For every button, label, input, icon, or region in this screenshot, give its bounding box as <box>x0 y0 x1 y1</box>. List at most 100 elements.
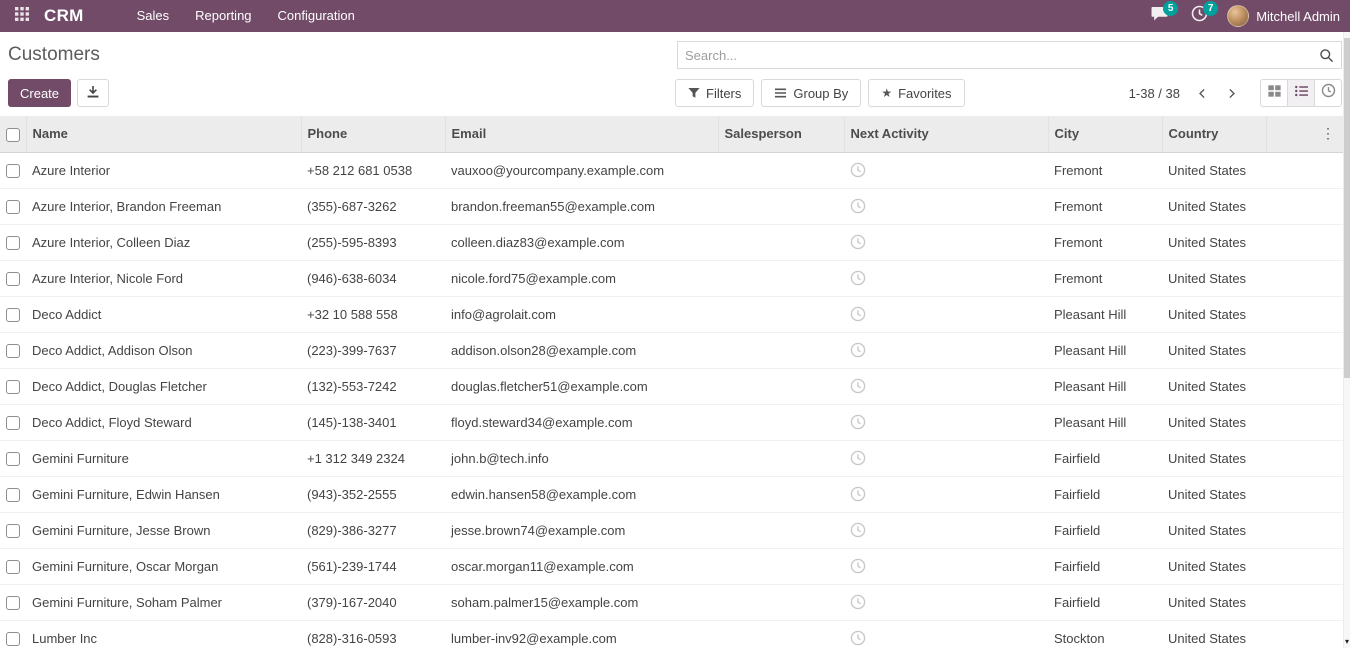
pager-next-icon[interactable] <box>1225 87 1238 100</box>
customers-list-view: Name Phone Email Salesperson Next Activi… <box>0 116 1343 648</box>
activity-clock-icon[interactable] <box>850 270 866 286</box>
cell-next-activity <box>844 440 1048 476</box>
activity-clock-icon[interactable] <box>850 234 866 250</box>
filters-button-label: Filters <box>706 86 741 101</box>
nav-menu-configuration[interactable]: Configuration <box>265 0 368 32</box>
row-checkbox[interactable] <box>6 164 20 178</box>
cell-email: douglas.fletcher51@example.com <box>445 368 718 404</box>
column-header-phone[interactable]: Phone <box>301 116 445 152</box>
row-checkbox[interactable] <box>6 452 20 466</box>
table-row[interactable]: Deco Addict, Floyd Steward (145)-138-340… <box>0 404 1343 440</box>
view-switch-activity[interactable] <box>1314 79 1342 107</box>
table-row[interactable]: Azure Interior +58 212 681 0538 vauxoo@y… <box>0 152 1343 188</box>
activity-clock-icon[interactable] <box>850 450 866 466</box>
table-row[interactable]: Deco Addict, Addison Olson (223)-399-763… <box>0 332 1343 368</box>
table-row[interactable]: Gemini Furniture, Soham Palmer (379)-167… <box>0 584 1343 620</box>
column-header-next-activity[interactable]: Next Activity <box>844 116 1048 152</box>
nav-menu-sales[interactable]: Sales <box>124 0 183 32</box>
view-switch-list[interactable] <box>1287 79 1315 107</box>
row-checkbox[interactable] <box>6 344 20 358</box>
cell-city: Fairfield <box>1048 440 1162 476</box>
cell-salesperson <box>718 440 844 476</box>
activity-clock-icon[interactable] <box>850 378 866 394</box>
row-checkbox[interactable] <box>6 524 20 538</box>
pager-previous-icon[interactable] <box>1196 87 1209 100</box>
activity-clock-icon[interactable] <box>850 486 866 502</box>
cell-email: oscar.morgan11@example.com <box>445 548 718 584</box>
row-checkbox[interactable] <box>6 236 20 250</box>
activity-clock-icon[interactable] <box>850 594 866 610</box>
view-switch-kanban[interactable] <box>1260 79 1288 107</box>
activity-clock-icon[interactable] <box>850 414 866 430</box>
create-button[interactable]: Create <box>8 79 71 107</box>
table-row[interactable]: Gemini Furniture +1 312 349 2324 john.b@… <box>0 440 1343 476</box>
row-checkbox[interactable] <box>6 272 20 286</box>
activity-clock-icon[interactable] <box>850 342 866 358</box>
row-checkbox[interactable] <box>6 308 20 322</box>
cell-email: lumber-inv92@example.com <box>445 620 718 648</box>
activity-clock-icon[interactable] <box>850 630 866 646</box>
export-button[interactable] <box>77 79 109 107</box>
user-menu[interactable]: Mitchell Admin <box>1227 5 1340 27</box>
group-by-button[interactable]: Group By <box>761 79 861 107</box>
cell-name: Azure Interior <box>26 152 301 188</box>
row-checkbox[interactable] <box>6 560 20 574</box>
cell-name: Deco Addict, Douglas Fletcher <box>26 368 301 404</box>
cell-email: jesse.brown74@example.com <box>445 512 718 548</box>
scrollbar-down-arrow[interactable]: ▾ <box>1344 636 1350 648</box>
cell-salesperson <box>718 296 844 332</box>
table-row[interactable]: Deco Addict +32 10 588 558 info@agrolait… <box>0 296 1343 332</box>
scrollbar[interactable]: ▾ <box>1343 32 1350 648</box>
table-body: Azure Interior +58 212 681 0538 vauxoo@y… <box>0 152 1343 648</box>
row-checkbox[interactable] <box>6 632 20 646</box>
table-row[interactable]: Azure Interior, Colleen Diaz (255)-595-8… <box>0 224 1343 260</box>
apps-menu-button[interactable] <box>8 0 36 32</box>
nav-menu-reporting[interactable]: Reporting <box>182 0 264 32</box>
scrollbar-thumb[interactable] <box>1344 38 1350 378</box>
optional-columns-icon[interactable]: ⋮ <box>1321 125 1335 141</box>
table-row[interactable]: Lumber Inc (828)-316-0593 lumber-inv92@e… <box>0 620 1343 648</box>
search-icon[interactable] <box>1319 48 1334 63</box>
row-checkbox[interactable] <box>6 596 20 610</box>
cell-phone: (132)-553-7242 <box>301 368 445 404</box>
row-checkbox[interactable] <box>6 200 20 214</box>
table-row[interactable]: Azure Interior, Brandon Freeman (355)-68… <box>0 188 1343 224</box>
table-row[interactable]: Azure Interior, Nicole Ford (946)-638-60… <box>0 260 1343 296</box>
row-checkbox[interactable] <box>6 488 20 502</box>
search-input[interactable] <box>685 48 1319 63</box>
messages-menu-button[interactable]: 5 <box>1147 0 1171 32</box>
activities-menu-button[interactable]: 7 <box>1187 0 1211 32</box>
column-header-name[interactable]: Name <box>26 116 301 152</box>
activity-clock-icon[interactable] <box>850 198 866 214</box>
cell-country: United States <box>1162 584 1266 620</box>
column-header-city[interactable]: City <box>1048 116 1162 152</box>
column-header-email[interactable]: Email <box>445 116 718 152</box>
table-row[interactable]: Gemini Furniture, Edwin Hansen (943)-352… <box>0 476 1343 512</box>
table-row[interactable]: Deco Addict, Douglas Fletcher (132)-553-… <box>0 368 1343 404</box>
app-brand[interactable]: CRM <box>44 6 84 26</box>
select-all-checkbox[interactable] <box>6 128 20 142</box>
column-header-salesperson[interactable]: Salesperson <box>718 116 844 152</box>
cell-country: United States <box>1162 188 1266 224</box>
row-checkbox[interactable] <box>6 380 20 394</box>
user-avatar <box>1227 5 1249 27</box>
pager-range[interactable]: 1-38 / 38 <box>1129 86 1180 101</box>
cell-email: info@agrolait.com <box>445 296 718 332</box>
cell-city: Fremont <box>1048 152 1162 188</box>
favorites-button[interactable]: ★ Favorites <box>868 79 964 107</box>
row-checkbox[interactable] <box>6 416 20 430</box>
activity-clock-icon[interactable] <box>850 522 866 538</box>
activity-clock-icon[interactable] <box>850 306 866 322</box>
table-row[interactable]: Gemini Furniture, Jesse Brown (829)-386-… <box>0 512 1343 548</box>
activity-clock-icon[interactable] <box>850 162 866 178</box>
cell-email: vauxoo@yourcompany.example.com <box>445 152 718 188</box>
column-header-country[interactable]: Country <box>1162 116 1266 152</box>
cell-phone: (943)-352-2555 <box>301 476 445 512</box>
cell-city: Stockton <box>1048 620 1162 648</box>
activity-view-clock-icon <box>1321 83 1336 103</box>
cell-next-activity <box>844 368 1048 404</box>
filters-button[interactable]: Filters <box>675 79 754 107</box>
activity-clock-icon[interactable] <box>850 558 866 574</box>
table-row[interactable]: Gemini Furniture, Oscar Morgan (561)-239… <box>0 548 1343 584</box>
cell-salesperson <box>718 332 844 368</box>
